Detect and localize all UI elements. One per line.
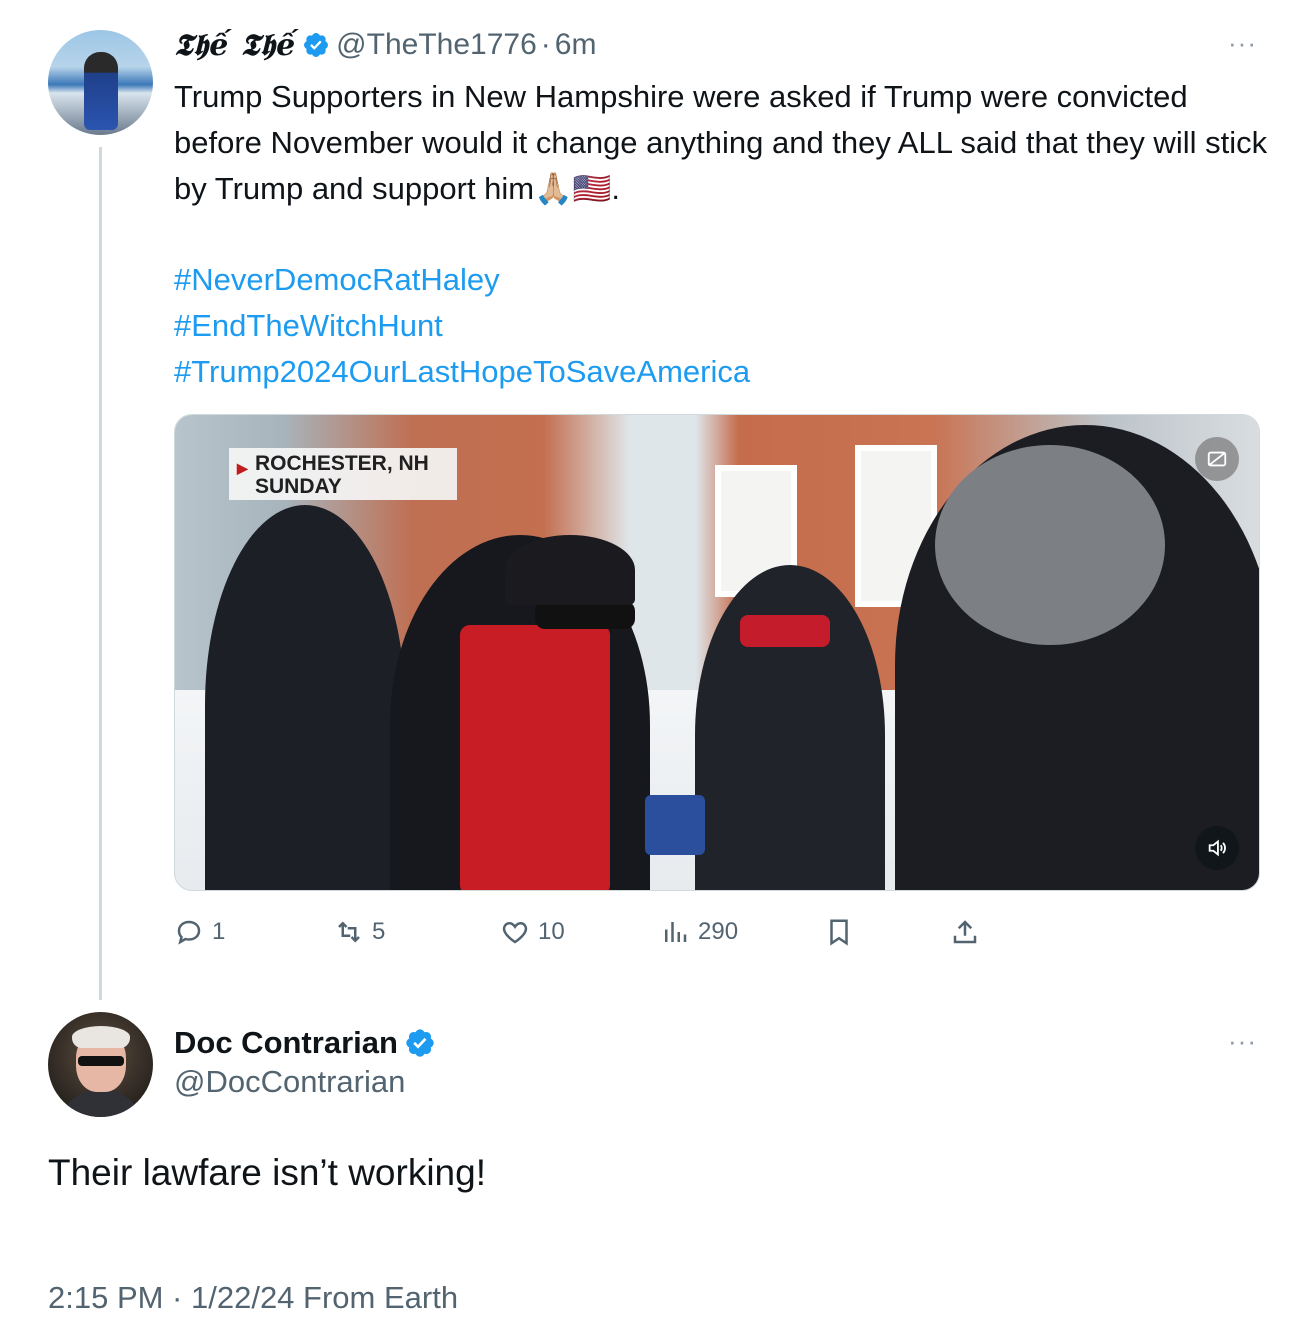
- tweet-timestamp[interactable]: 2:15 PM · 1/22/24 From Earth: [48, 1280, 458, 1316]
- display-name[interactable]: 𝕿𝖍ế 𝕿𝖍ế: [174, 28, 296, 63]
- caption-line-1: ROCHESTER, NH: [255, 452, 429, 475]
- share-icon: [953, 920, 977, 944]
- views-chart-icon: [665, 922, 687, 942]
- tweet-time[interactable]: 6m: [555, 28, 597, 62]
- tweet-action-bar: 1 5 10 290: [174, 910, 994, 954]
- separator-dot: ·: [540, 28, 551, 61]
- hashtag-link[interactable]: #EndTheWitchHunt: [174, 303, 750, 349]
- speaker-icon[interactable]: [1195, 826, 1239, 870]
- reply-icon: [177, 920, 201, 945]
- red-headband: [740, 615, 830, 647]
- thread-connector-line: [99, 147, 102, 1000]
- news-microphone: [645, 795, 705, 855]
- avatar-doccontrarian[interactable]: [48, 1012, 153, 1117]
- retweet-button[interactable]: 5: [334, 910, 385, 954]
- verified-badge-icon: [304, 33, 329, 57]
- bookmark-button[interactable]: [824, 910, 854, 954]
- sunglasses: [535, 601, 635, 629]
- share-button[interactable]: [950, 910, 980, 954]
- hashtag-link[interactable]: #NeverDemocRatHaley: [174, 257, 750, 303]
- retweet-count: 5: [372, 918, 386, 945]
- user-handle[interactable]: @TheThe1776: [336, 28, 537, 62]
- reply-button[interactable]: 1: [174, 910, 225, 954]
- more-options-icon[interactable]: ···: [1228, 1026, 1257, 1057]
- red-scarf: [460, 625, 610, 890]
- display-name[interactable]: Doc Contrarian: [174, 1025, 398, 1061]
- user-handle[interactable]: @DocContrarian: [174, 1064, 405, 1100]
- like-button[interactable]: 10: [500, 910, 565, 954]
- hashtag-list: #NeverDemocRatHaley #EndTheWitchHunt #Tr…: [174, 257, 750, 395]
- views-button[interactable]: 290: [660, 910, 738, 954]
- location-caption: ▶ ROCHESTER, NH SUNDAY: [229, 448, 457, 500]
- video-player[interactable]: ▶ ROCHESTER, NH SUNDAY: [174, 414, 1260, 891]
- tweet-header: 𝕿𝖍ế 𝕿𝖍ế @TheThe1776 · 6m: [174, 22, 596, 68]
- verified-badge-icon: [406, 1029, 434, 1057]
- reporter-head: [935, 445, 1165, 645]
- more-options-icon[interactable]: ···: [1228, 28, 1257, 59]
- caption-line-2: SUNDAY: [255, 475, 342, 498]
- reply-header: Doc Contrarian: [174, 1020, 436, 1066]
- heart-icon: [502, 921, 528, 944]
- hashtag-link[interactable]: #Trump2024OurLastHopeToSaveAmerica: [174, 349, 750, 395]
- retweet-icon: [338, 921, 360, 943]
- tweet-text-content: Trump Supporters in New Hampshire were a…: [174, 79, 1268, 206]
- avatar-thethe1776[interactable]: [48, 30, 153, 135]
- views-count: 290: [698, 918, 739, 945]
- tweet-text: Trump Supporters in New Hampshire were a…: [174, 74, 1274, 212]
- person-hooded: [205, 505, 405, 890]
- like-count: 10: [538, 918, 565, 945]
- winter-hat: [505, 535, 635, 605]
- person-fur-hood: [695, 565, 885, 890]
- bookmark-icon: [830, 919, 848, 946]
- reply-count: 1: [212, 918, 226, 945]
- reply-text: Their lawfare isn’t working!: [48, 1152, 486, 1193]
- caption-arrow-icon: ▶: [237, 460, 248, 476]
- closed-captions-icon[interactable]: [1195, 437, 1239, 481]
